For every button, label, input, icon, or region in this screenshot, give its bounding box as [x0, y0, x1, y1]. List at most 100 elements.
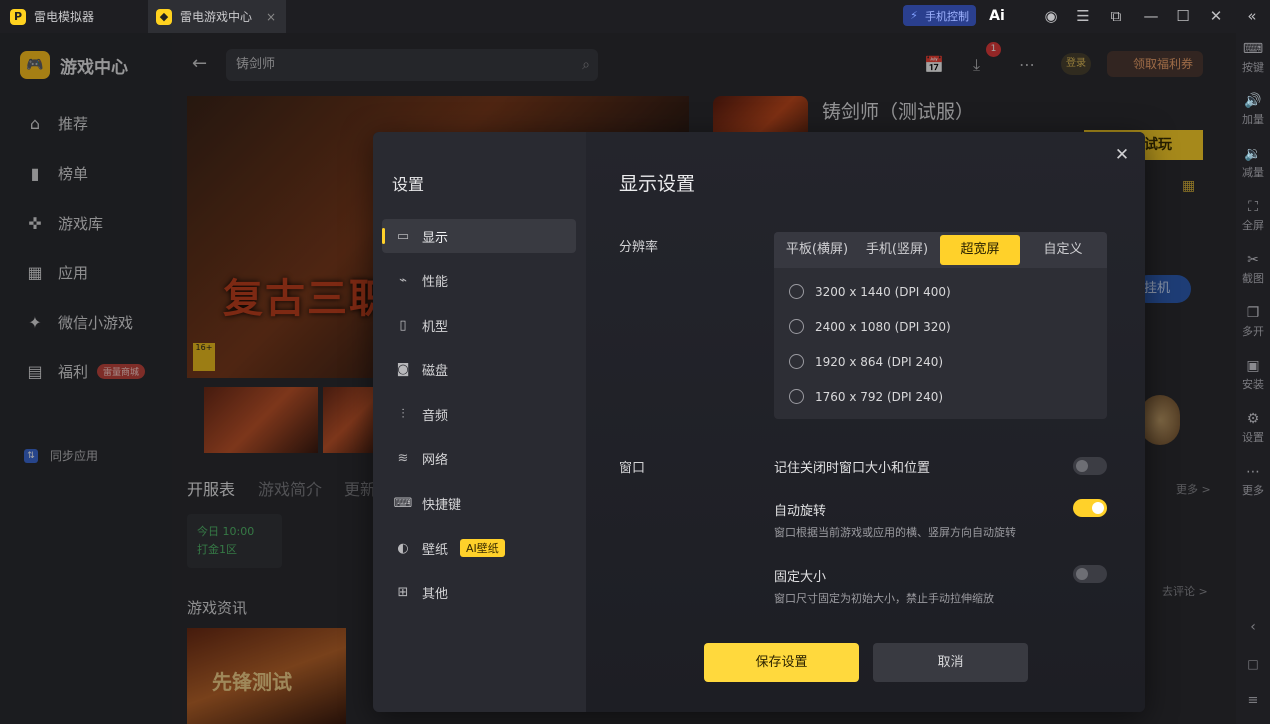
- toolbar-label: 加量: [1242, 113, 1264, 126]
- menu-label: 磁盘: [422, 363, 449, 379]
- menu-other[interactable]: ⊞ 其他: [382, 575, 576, 609]
- maximize-icon[interactable]: ☐: [1172, 5, 1194, 27]
- volume-up-icon: 🔊: [1244, 93, 1262, 109]
- phone-icon: ▯: [399, 317, 407, 333]
- resolution-label: 分辨率: [619, 240, 659, 255]
- palette-icon: ◐: [397, 540, 409, 556]
- section-title: 显示设置: [619, 173, 696, 195]
- radio-button[interactable]: [789, 284, 804, 299]
- radio-button[interactable]: [789, 319, 804, 334]
- toolbar-label: 截图: [1242, 272, 1264, 285]
- fixed-size-toggle[interactable]: [1073, 565, 1107, 583]
- fullscreen-button[interactable]: ⛶ 全屏: [1236, 199, 1270, 233]
- resolution-option[interactable]: 3200 x 1440 (DPI 400): [789, 284, 951, 299]
- phone-control-label: 手机控制: [925, 9, 969, 23]
- menu-shortcuts[interactable]: ⌨ 快捷键: [382, 486, 576, 520]
- menu-performance[interactable]: ⌁ 性能: [382, 263, 576, 297]
- resolution-tabs: 平板(横屏) 手机(竖屏) 超宽屏 自定义: [774, 232, 1107, 268]
- volume-up-button[interactable]: 🔊 加量: [1236, 93, 1270, 127]
- scissors-icon: ✂: [1247, 252, 1259, 268]
- tab-ultrawide[interactable]: 超宽屏: [940, 235, 1020, 265]
- menu-label: 显示: [422, 230, 449, 246]
- menu-label: 快捷键: [422, 497, 462, 513]
- menu-label: 网络: [422, 452, 449, 468]
- menu-disk[interactable]: ◙ 磁盘: [382, 352, 576, 386]
- audio-icon: ⫶: [401, 406, 405, 422]
- phone-control-button[interactable]: ⚡ 手机控制: [903, 5, 976, 26]
- toolbar-label: 全屏: [1242, 219, 1264, 232]
- tab-custom[interactable]: 自定义: [1028, 232, 1098, 268]
- tab-game-center[interactable]: ◆ 雷电游戏中心 ×: [148, 0, 286, 33]
- radio-button[interactable]: [789, 354, 804, 369]
- menu-network[interactable]: ≋ 网络: [382, 441, 576, 475]
- collapse-sidebar-icon[interactable]: «: [1241, 5, 1263, 27]
- recent-nav-icon[interactable]: ≡: [1236, 693, 1270, 708]
- resolution-option[interactable]: 1760 x 792 (DPI 240): [789, 389, 943, 404]
- settings-title: 设置: [392, 175, 425, 194]
- tab-close-icon[interactable]: ×: [266, 10, 276, 24]
- tab-tablet[interactable]: 平板(横屏): [782, 232, 852, 268]
- right-toolbar: ⌨ 按键 🔊 加量 🔉 减量 ⛶ 全屏 ✂ 截图 ❐ 多开 ▣ 安装 ⚙ 设置 ⋯ 更多 ‹ □ …: [1236, 33, 1270, 724]
- disk-icon: ◙: [396, 361, 410, 377]
- user-icon[interactable]: ◉: [1040, 5, 1062, 27]
- tab-phone[interactable]: 手机(竖屏): [862, 232, 932, 268]
- option-label: 1920 x 864 (DPI 240): [815, 354, 944, 369]
- volume-down-button[interactable]: 🔉 减量: [1236, 146, 1270, 180]
- menu-label: 音频: [422, 408, 449, 424]
- auto-rotate-desc: 窗口根据当前游戏或应用的横、竖屏方向自动旋转: [774, 526, 1016, 539]
- save-button[interactable]: 保存设置: [704, 643, 859, 682]
- remember-window-toggle[interactable]: [1073, 457, 1107, 475]
- wifi-icon: ≋: [397, 450, 409, 466]
- menu-display[interactable]: ▭ 显示: [382, 219, 576, 253]
- toolbar-label: 减量: [1242, 166, 1264, 179]
- game-center-logo-icon: ◆: [156, 8, 172, 25]
- option-label: 2400 x 1080 (DPI 320): [815, 319, 951, 334]
- grid-icon: ⊞: [397, 584, 409, 600]
- volume-down-icon: 🔉: [1244, 146, 1262, 162]
- menu-device-model[interactable]: ▯ 机型: [382, 308, 576, 342]
- ai-icon[interactable]: Ai: [986, 5, 1008, 27]
- ai-wallpaper-badge: AI壁纸: [460, 539, 505, 557]
- option-label: 3200 x 1440 (DPI 400): [815, 284, 951, 299]
- resolution-option[interactable]: 1920 x 864 (DPI 240): [789, 354, 943, 369]
- menu-label: 其他: [422, 586, 449, 602]
- home-nav-icon[interactable]: □: [1236, 657, 1270, 671]
- auto-rotate-toggle[interactable]: [1073, 499, 1107, 517]
- emulator-logo-icon: P: [10, 8, 26, 25]
- auto-rotate-label: 自动旋转: [774, 504, 827, 519]
- fixed-size-label: 固定大小: [774, 570, 827, 585]
- resolution-box: 平板(横屏) 手机(竖屏) 超宽屏 自定义 3200 x 1440 (DPI 4…: [774, 232, 1107, 419]
- back-nav-icon[interactable]: ‹: [1236, 619, 1270, 635]
- monitor-icon: ▭: [396, 228, 410, 244]
- menu-label: 壁纸: [422, 542, 449, 558]
- toolbar-label: 多开: [1242, 325, 1264, 338]
- toolbar-label: 设置: [1242, 431, 1264, 444]
- multi-instance-button[interactable]: ❐ 多开: [1236, 305, 1270, 339]
- settings-menu: 设置 ▭ 显示 ⌁ 性能 ▯ 机型 ◙ 磁盘 ⫶ 音频 ≋ 网络 ⌨ 快捷键 ◐ 壁纸 AI壁纸 …: [373, 132, 586, 712]
- close-window-icon[interactable]: ✕: [1205, 5, 1227, 27]
- radio-button[interactable]: [789, 389, 804, 404]
- settings-button[interactable]: ⚙ 设置: [1236, 411, 1270, 445]
- app-window: P 雷电模拟器 ◆ 雷电游戏中心 × ⚡ 手机控制 Ai ◉ ☰ ⧉ — ☐ ✕…: [0, 0, 1270, 724]
- menu-icon[interactable]: ☰: [1072, 5, 1094, 27]
- keymap-button[interactable]: ⌨ 按键: [1236, 41, 1270, 75]
- toggle-knob: [1092, 502, 1104, 514]
- install-button[interactable]: ▣ 安装: [1236, 358, 1270, 392]
- menu-wallpaper[interactable]: ◐ 壁纸 AI壁纸: [382, 531, 576, 565]
- tab-emulator[interactable]: P 雷电模拟器: [0, 0, 145, 33]
- settings-panel: ✕ 显示设置 分辨率 平板(横屏) 手机(竖屏) 超宽屏 自定义 3200 x …: [586, 132, 1145, 712]
- performance-icon: ⌁: [399, 272, 407, 288]
- keyboard-icon: ⌨: [1242, 41, 1264, 57]
- resolution-option[interactable]: 2400 x 1080 (DPI 320): [789, 319, 951, 334]
- screenshot-button[interactable]: ✂ 截图: [1236, 252, 1270, 286]
- restore-icon[interactable]: ⧉: [1105, 5, 1127, 27]
- menu-label: 性能: [422, 274, 449, 290]
- close-icon[interactable]: ✕: [1113, 145, 1131, 165]
- more-button[interactable]: ⋯ 更多: [1236, 464, 1270, 498]
- minimize-icon[interactable]: —: [1140, 5, 1162, 27]
- toolbar-label: 安装: [1242, 378, 1264, 391]
- tab-label: 雷电游戏中心: [180, 10, 253, 24]
- apk-icon: ▣: [1246, 358, 1260, 374]
- cancel-button[interactable]: 取消: [873, 643, 1028, 682]
- menu-audio[interactable]: ⫶ 音频: [382, 397, 576, 431]
